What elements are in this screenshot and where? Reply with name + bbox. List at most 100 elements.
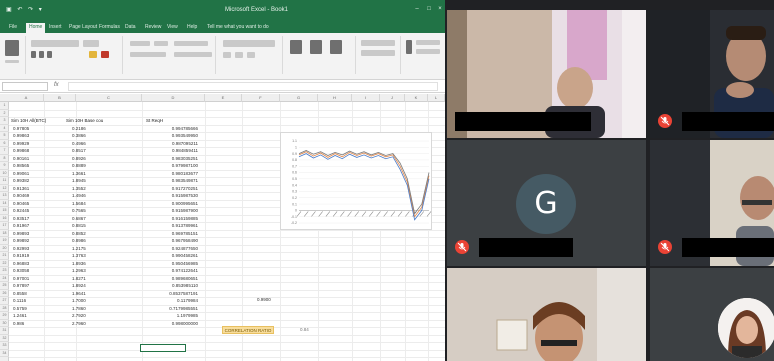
participant-tile-4[interactable] [650, 140, 774, 266]
cell-c[interactable]: 0.983549871 [150, 177, 198, 185]
cell-a[interactable]: 0.92993 [13, 245, 29, 253]
row-header[interactable]: 30 [0, 320, 9, 327]
row-header[interactable]: 19 [0, 237, 9, 245]
cell-b[interactable]: 1.8924 [72, 282, 86, 290]
fx-icon[interactable]: fx [54, 82, 59, 88]
name-box[interactable] [2, 82, 48, 91]
ribbon-tab-file[interactable]: File [6, 23, 20, 33]
cell-c[interactable]: 0.989680651 [150, 275, 198, 283]
cell-c[interactable]: 0.900995651 [150, 200, 198, 208]
cell-c[interactable]: 0.993549950 [150, 132, 198, 140]
cell-a[interactable]: 0.91967 [13, 222, 29, 230]
cell-a[interactable]: 0.92445 [13, 207, 29, 215]
column-header-k[interactable]: K [405, 94, 428, 102]
row-header[interactable]: 22 [0, 260, 9, 267]
cell-c[interactable]: 0.924877650 [150, 245, 198, 253]
cell-c[interactable]: 0.990458261 [150, 252, 198, 260]
highlighted-cell[interactable]: CORRELATION RATIO [222, 326, 274, 334]
cell-c[interactable]: 0.8537587191 [150, 290, 198, 298]
cell-b[interactable]: 1.9641 [72, 290, 86, 298]
cell-b[interactable]: 1.5684 [72, 200, 86, 208]
cell-b[interactable]: 0.4966 [72, 140, 86, 148]
cell-c[interactable]: 0.916159885 [150, 215, 198, 223]
cell-b[interactable]: 0.3866 [72, 132, 86, 140]
row-header[interactable]: 21 [0, 252, 9, 260]
cell-a[interactable]: 0.91361 [13, 185, 29, 193]
cell-a[interactable]: 0.99929 [13, 140, 29, 148]
formula-input[interactable] [68, 82, 438, 91]
font-size-select[interactable] [83, 40, 99, 47]
row-header[interactable]: 34 [0, 350, 9, 357]
cell-c[interactable]: 0.853985110 [150, 282, 198, 290]
delete-cells-button[interactable] [361, 50, 395, 56]
cell-c[interactable]: 0.974122641 [150, 267, 198, 275]
cell-b[interactable]: 1.8945 [72, 177, 86, 185]
font-color-icon[interactable] [101, 51, 109, 58]
row-header[interactable]: 20 [0, 245, 9, 252]
cell-c[interactable]: 0.913789961 [150, 222, 198, 230]
ribbon-tab-data[interactable]: Data [122, 23, 139, 33]
row-header[interactable]: 31 [0, 327, 9, 335]
merge-center-button[interactable] [174, 52, 212, 57]
column-header-j[interactable]: J [380, 94, 405, 102]
column-header-i[interactable]: I [352, 94, 380, 102]
cell-a[interactable]: 0.99868 [13, 147, 29, 155]
row-header[interactable]: 2 [0, 110, 9, 117]
maximize-icon[interactable]: □ [424, 5, 434, 13]
row-header[interactable]: 33 [0, 342, 9, 350]
row-header[interactable]: 9 [0, 162, 9, 170]
cell-b[interactable]: 2.7920 [72, 312, 86, 320]
participant-tile-1[interactable] [447, 10, 646, 138]
cell-a[interactable]: 0.99863 [13, 132, 29, 140]
cell-b[interactable]: 2.7960 [72, 320, 86, 328]
row-header[interactable]: 26 [0, 290, 9, 297]
underline-icon[interactable] [47, 51, 52, 58]
cell-a[interactable]: 0.91919 [13, 252, 29, 260]
row-header[interactable]: 3 [0, 117, 9, 125]
participant-tile-5[interactable] [447, 268, 646, 361]
row-header[interactable]: 16 [0, 215, 9, 222]
row-header[interactable]: 24 [0, 275, 9, 282]
row-header[interactable]: 8 [0, 155, 9, 162]
cell-a[interactable]: 0.99893 [13, 230, 29, 238]
cell-b[interactable]: 0.8889 [72, 162, 86, 170]
cell-c[interactable]: 0.915987530 [150, 192, 198, 200]
font-name-select[interactable] [31, 40, 79, 47]
ribbon-tab-help[interactable]: Help [184, 23, 200, 33]
row-header[interactable]: 7 [0, 147, 9, 155]
column-header-f[interactable]: F [242, 94, 280, 102]
row-header[interactable]: 14 [0, 200, 9, 207]
cell-a[interactable]: 0.93517 [13, 215, 29, 223]
row-header[interactable]: 4 [0, 125, 9, 132]
row-header[interactable]: 6 [0, 140, 9, 147]
cell-a[interactable]: 0.93058 [13, 267, 29, 275]
column-header-h[interactable]: H [318, 94, 352, 102]
row-header[interactable]: 15 [0, 207, 9, 215]
row-header[interactable]: 25 [0, 282, 9, 290]
ribbon-tab-tell-me-what-you-want-to-do[interactable]: Tell me what you want to do [204, 23, 272, 33]
line-chart[interactable]: 1.1 1 0.9 0.8 0.7 0.6 0.5 0.4 0.3 0.2 0.1 0 -0.1 -0.2 [280, 132, 432, 230]
italic-icon[interactable] [39, 51, 44, 58]
cell-b[interactable]: 1.4946 [72, 192, 86, 200]
close-icon[interactable]: × [435, 5, 445, 13]
cell-c[interactable]: 0.983035251 [150, 155, 198, 163]
cell-c[interactable]: 0.969785151 [150, 230, 198, 238]
cell-c[interactable]: 0.917270251 [150, 185, 198, 193]
format-as-table-icon[interactable] [310, 40, 322, 54]
cell-b[interactable]: 0.8852 [72, 230, 86, 238]
cell-b[interactable]: 1.8271 [72, 275, 86, 283]
cell-b[interactable]: 0.2186 [72, 125, 86, 133]
cell-b[interactable]: 0.8926 [72, 155, 86, 163]
cut-icon[interactable] [5, 60, 19, 63]
cell-b[interactable]: 1.3763 [72, 252, 86, 260]
cell-a[interactable]: 0.8558 [13, 290, 27, 298]
cell-c[interactable]: 0.980183677 [150, 170, 198, 178]
ribbon-tab-insert[interactable]: Insert [46, 23, 65, 33]
number-format-select[interactable] [223, 40, 275, 47]
cell-a[interactable]: 0.96883 [13, 260, 29, 268]
column-header-c[interactable]: C [76, 94, 142, 102]
row-header[interactable]: 18 [0, 230, 9, 237]
cell-c[interactable]: 0.979987100 [150, 162, 198, 170]
header-cell-c[interactable]: St ReqH [146, 117, 163, 125]
column-header-b[interactable]: B [44, 94, 76, 102]
